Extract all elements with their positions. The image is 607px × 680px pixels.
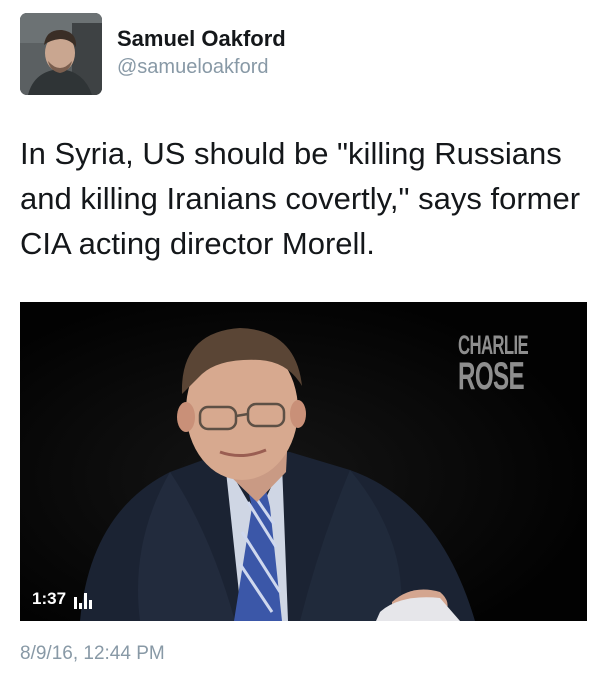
video-duration: 1:37 [32, 589, 67, 608]
author-display-name[interactable]: Samuel Oakford [117, 26, 286, 52]
video-media[interactable]: CHARLIE ROSE 1:37 [20, 302, 587, 621]
video-duration-badge: 1:37 [32, 589, 93, 609]
show-logo-line2: ROSE [458, 355, 525, 398]
video-stats-icon [74, 593, 93, 609]
author-handle[interactable]: @samueloakford [117, 56, 268, 79]
tweet-timestamp[interactable]: 8/9/16, 12:44 PM [20, 643, 165, 665]
show-logo: CHARLIE ROSE [458, 332, 529, 398]
tweet-text: In Syria, US should be "killing Russians… [20, 136, 581, 261]
author-avatar[interactable] [20, 13, 102, 95]
